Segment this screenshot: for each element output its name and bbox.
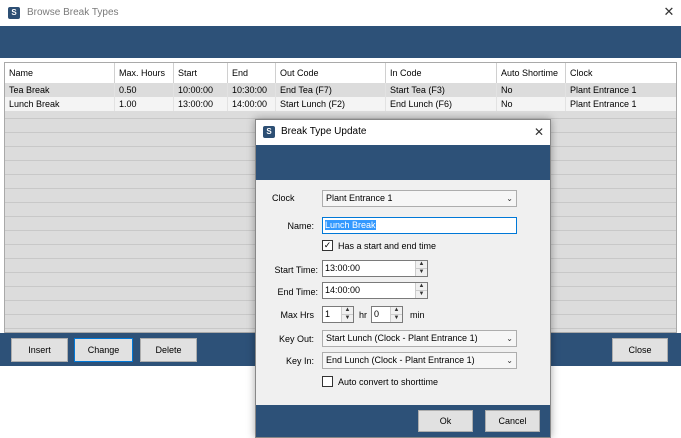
cell-start: 13:00:00	[174, 97, 228, 111]
spin-down-icon[interactable]: ▼	[342, 315, 353, 322]
max-min-value: 0	[374, 309, 380, 319]
spin-down-icon[interactable]: ▼	[391, 315, 402, 322]
cell-name: Lunch Break	[5, 97, 115, 111]
cell-end: 14:00:00	[228, 97, 276, 111]
key-out-select[interactable]: Start Lunch (Clock - Plant Entrance 1) ⌄	[322, 330, 517, 347]
key-out-label: Key Out:	[278, 334, 314, 344]
column-header-start[interactable]: Start	[174, 63, 228, 83]
auto-convert-checkbox[interactable]	[322, 376, 333, 387]
cell-out-code: End Tea (F7)	[276, 83, 386, 97]
key-in-label: Key In:	[285, 356, 314, 366]
close-button[interactable]: Close	[612, 338, 668, 362]
name-label: Name:	[287, 221, 314, 231]
max-min-spinner[interactable]: ▲ ▼	[390, 307, 402, 322]
end-time-field[interactable]: 14:00:00 ▲ ▼	[322, 282, 428, 299]
spin-up-icon[interactable]: ▲	[416, 283, 427, 291]
spin-up-icon[interactable]: ▲	[416, 261, 427, 269]
chevron-down-icon: ⌄	[506, 334, 513, 343]
cell-clock: Plant Entrance 1	[570, 99, 637, 109]
key-in-value: End Lunch (Clock - Plant Entrance 1)	[326, 355, 475, 365]
table-row[interactable]: Lunch Break 1.00 13:00:00 14:00:00 Start…	[5, 97, 676, 111]
column-header-clock[interactable]: Clock	[566, 63, 676, 83]
ok-button[interactable]: Ok	[418, 410, 473, 432]
chevron-down-icon: ⌄	[506, 356, 513, 365]
column-header-name[interactable]: Name	[5, 63, 115, 83]
clock-select-value: Plant Entrance 1	[326, 193, 393, 203]
grid-header: Name Max. Hours Start End Out Code In Co…	[5, 63, 676, 84]
header-band	[0, 26, 681, 58]
column-header-end[interactable]: End	[228, 63, 276, 83]
cancel-button[interactable]: Cancel	[485, 410, 540, 432]
name-field-value: Lunch Break	[325, 220, 376, 230]
close-icon[interactable]: ✕	[662, 4, 676, 20]
end-time-spinner[interactable]: ▲ ▼	[415, 283, 427, 298]
max-hrs-spinner[interactable]: ▲ ▼	[341, 307, 353, 322]
break-type-update-dialog: S Break Type Update ✕ Clock Plant Entran…	[255, 119, 551, 438]
end-time-label: End Time:	[277, 287, 318, 297]
max-hrs-label: Max Hrs	[280, 310, 315, 320]
clock-label: Clock	[272, 193, 295, 203]
hr-label: hr	[359, 310, 368, 320]
cell-start: 10:00:00	[174, 83, 228, 97]
end-time-value: 14:00:00	[325, 285, 361, 295]
name-field[interactable]: Lunch Break	[322, 217, 517, 234]
start-time-value: 13:00:00	[325, 263, 361, 273]
insert-button[interactable]: Insert	[11, 338, 68, 362]
dialog-title: Break Type Update	[281, 126, 367, 137]
cell-auto-shortime: No	[497, 97, 566, 111]
cell-auto-shortime: No	[497, 83, 566, 97]
window-title: Browse Break Types	[27, 7, 119, 18]
start-time-label: Start Time:	[274, 265, 318, 275]
cell-out-code: Start Lunch (F2)	[276, 97, 386, 111]
cell-clock: Plant Entrance 1	[570, 85, 637, 95]
column-header-in-code[interactable]: In Code	[386, 63, 497, 83]
spin-down-icon[interactable]: ▼	[416, 291, 427, 298]
max-hrs-value: 1	[325, 309, 331, 319]
cell-name: Tea Break	[5, 83, 115, 97]
column-header-auto-shortime[interactable]: Auto Shortime	[497, 63, 566, 83]
dialog-title-bar: S Break Type Update ✕	[256, 120, 550, 145]
spin-up-icon[interactable]: ▲	[391, 307, 402, 315]
app-icon: S	[8, 7, 20, 19]
title-bar: S Browse Break Types ✕	[0, 0, 681, 26]
auto-convert-label: Auto convert to shorttime	[338, 377, 439, 387]
max-min-field[interactable]: 0 ▲ ▼	[371, 306, 403, 323]
spin-up-icon[interactable]: ▲	[342, 307, 353, 315]
change-button[interactable]: Change	[74, 338, 133, 362]
start-time-field[interactable]: 13:00:00 ▲ ▼	[322, 260, 428, 277]
cell-in-code: End Lunch (F6)	[386, 97, 497, 111]
has-start-end-label: Has a start and end time	[338, 241, 437, 251]
has-start-end-checkbox[interactable]: ✓	[322, 240, 333, 251]
clock-select[interactable]: Plant Entrance 1 ⌄	[322, 190, 517, 207]
spin-down-icon[interactable]: ▼	[416, 269, 427, 276]
delete-button[interactable]: Delete	[140, 338, 197, 362]
start-time-spinner[interactable]: ▲ ▼	[415, 261, 427, 276]
min-label: min	[410, 310, 425, 320]
close-icon[interactable]: ✕	[532, 124, 546, 140]
column-header-out-code[interactable]: Out Code	[276, 63, 386, 83]
max-hrs-field[interactable]: 1 ▲ ▼	[322, 306, 354, 323]
key-in-select[interactable]: End Lunch (Clock - Plant Entrance 1) ⌄	[322, 352, 517, 369]
cell-max-hours: 0.50	[115, 83, 174, 97]
key-out-value: Start Lunch (Clock - Plant Entrance 1)	[326, 333, 478, 343]
chevron-down-icon: ⌄	[506, 194, 513, 203]
table-row[interactable]: Tea Break 0.50 10:00:00 10:30:00 End Tea…	[5, 83, 676, 97]
column-header-max-hours[interactable]: Max. Hours	[115, 63, 174, 83]
app-icon: S	[263, 126, 275, 138]
cell-end: 10:30:00	[228, 83, 276, 97]
dialog-header-band	[256, 145, 550, 180]
cell-max-hours: 1.00	[115, 97, 174, 111]
cell-in-code: Start Tea (F3)	[386, 83, 497, 97]
